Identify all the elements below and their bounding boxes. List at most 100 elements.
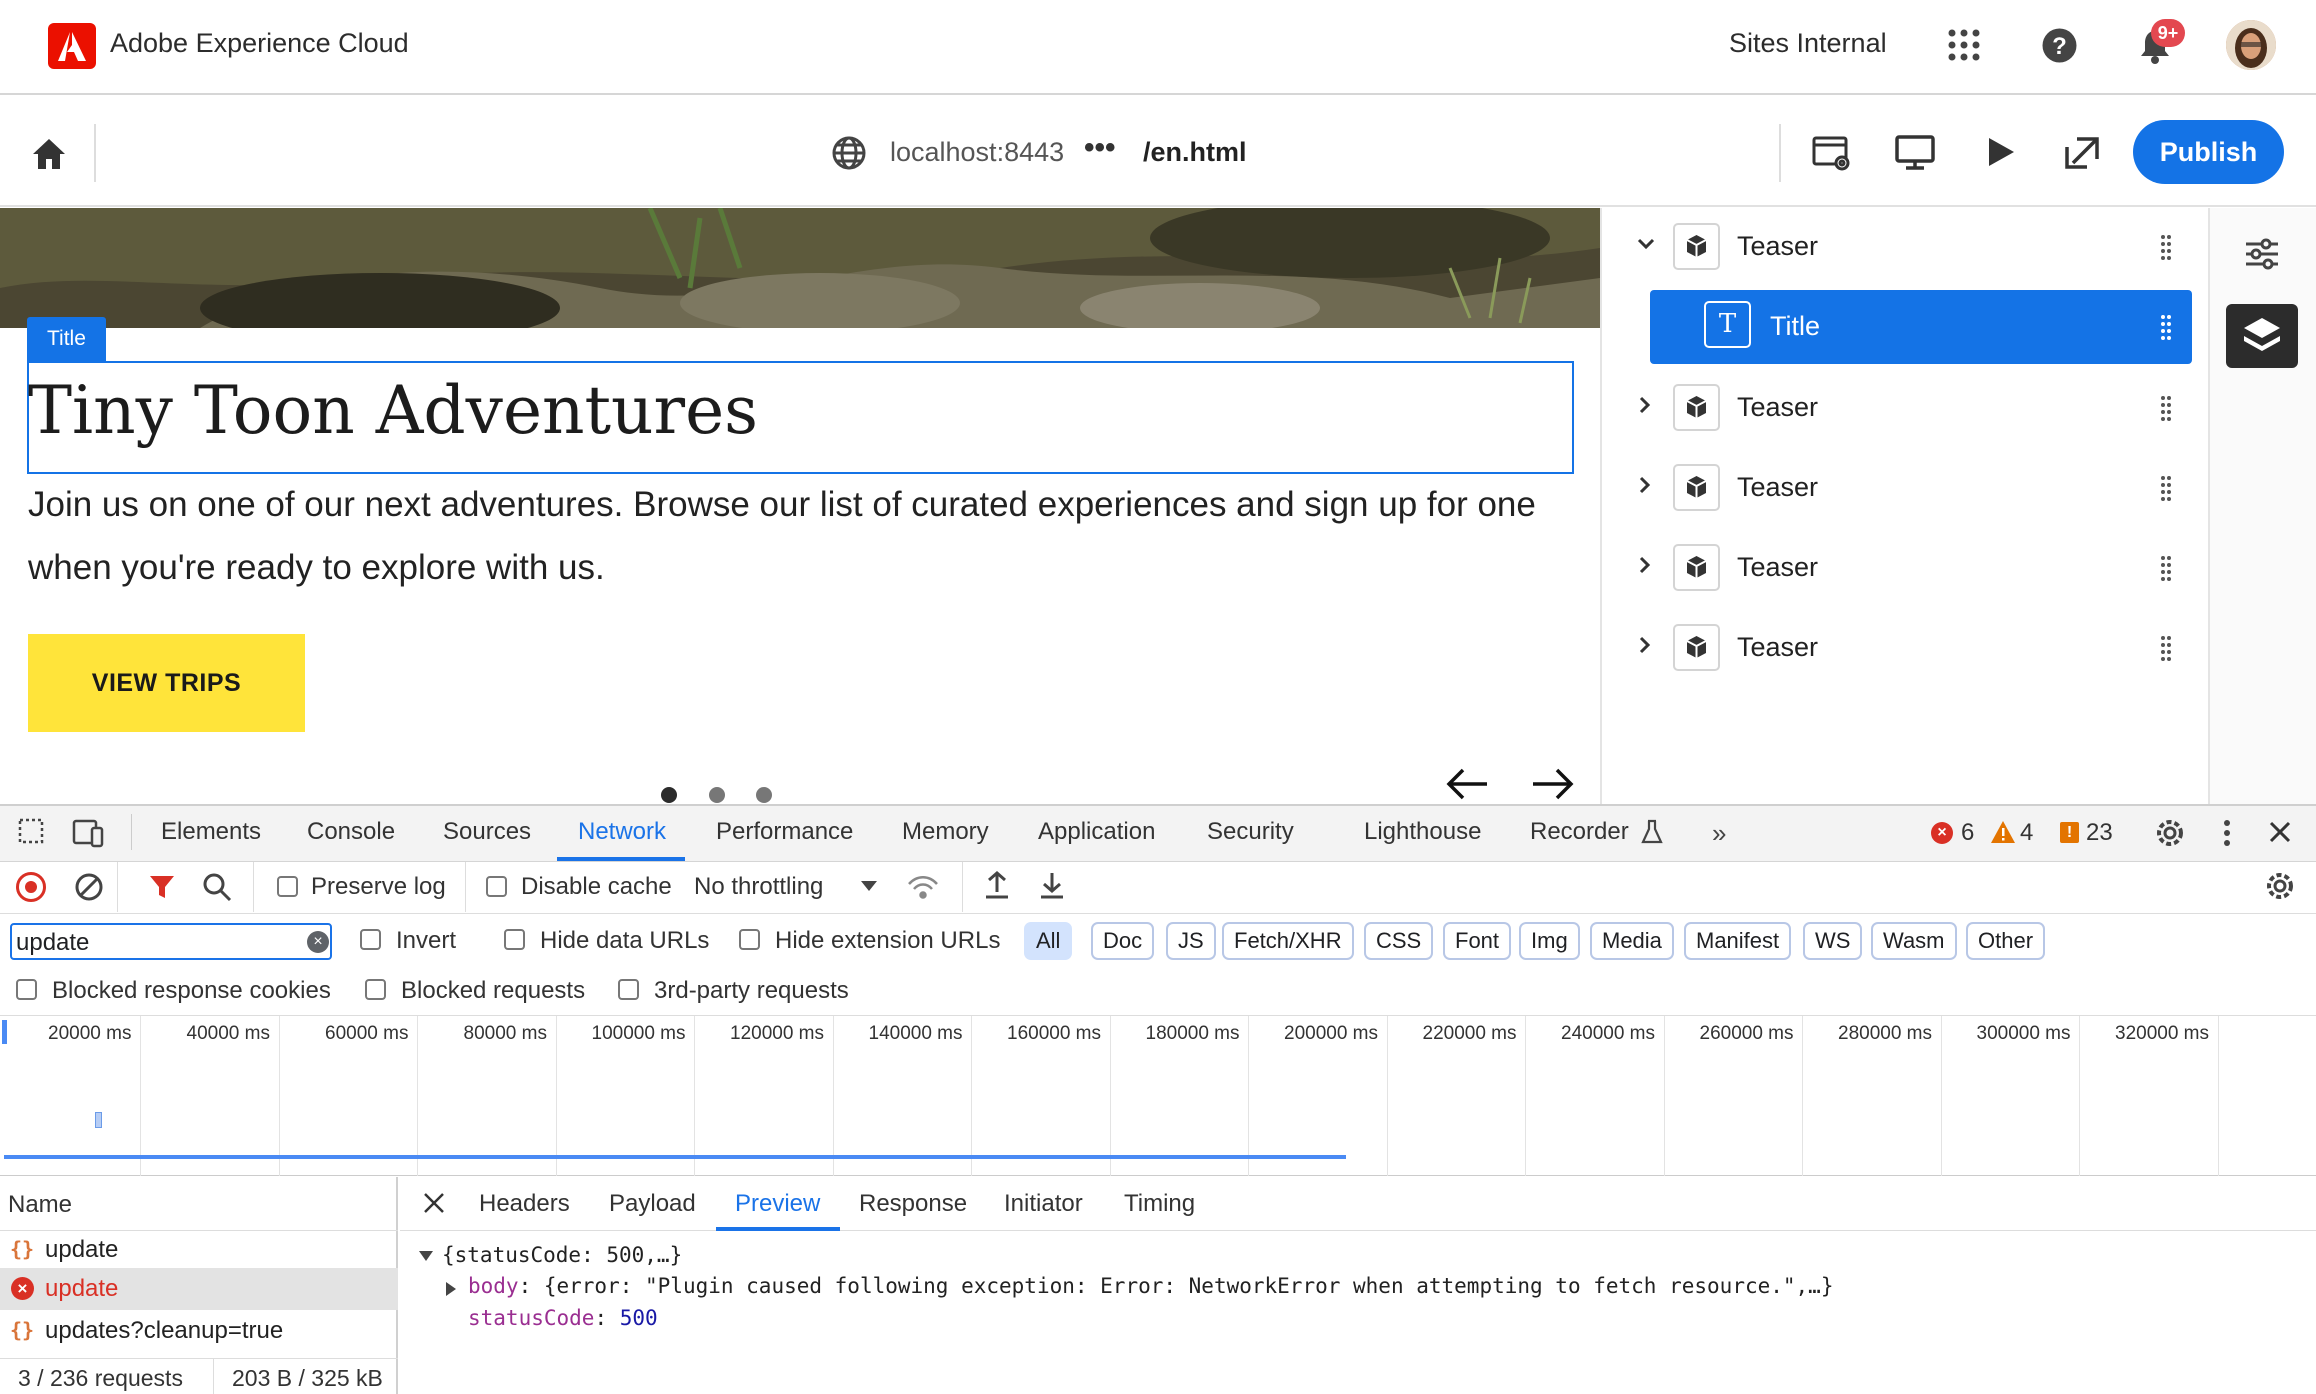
network-settings-gear-icon[interactable]: [2264, 870, 2296, 902]
publish-button[interactable]: Publish: [2133, 120, 2284, 184]
timeline-selection-bar[interactable]: [4, 1155, 1346, 1159]
record-stop-icon[interactable]: [16, 872, 46, 902]
tab-sources[interactable]: Sources: [443, 818, 531, 846]
preview-body-line[interactable]: body: {error: "Plugin caused following e…: [468, 1274, 1833, 1298]
preserve-log-checkbox[interactable]: [277, 876, 298, 897]
type-filter-media[interactable]: Media: [1590, 922, 1674, 960]
close-devtools-icon[interactable]: [2268, 820, 2292, 844]
page-description[interactable]: Join us on one of our next adventures. B…: [28, 473, 1588, 599]
tree-item-teaser[interactable]: Teaser: [1639, 451, 2192, 525]
request-row[interactable]: {} update: [0, 1231, 398, 1273]
chevron-right-icon[interactable]: [1638, 555, 1652, 575]
tab-elements[interactable]: Elements: [161, 818, 261, 846]
settings-gear-icon[interactable]: [2154, 817, 2186, 849]
help-icon[interactable]: ?: [2042, 28, 2077, 63]
tree-item-teaser[interactable]: Teaser: [1639, 531, 2192, 605]
throttling-select[interactable]: No throttling: [694, 873, 823, 901]
clear-filter-icon[interactable]: ×: [307, 931, 329, 953]
url-more-button[interactable]: •••: [1084, 131, 1116, 165]
type-filter-css[interactable]: CSS: [1364, 922, 1434, 960]
detail-tab-headers[interactable]: Headers: [479, 1190, 570, 1218]
expand-right-triangle-icon[interactable]: [445, 1281, 457, 1297]
open-external-icon[interactable]: [2063, 135, 2101, 171]
close-detail-icon[interactable]: [423, 1192, 445, 1214]
carousel-dot[interactable]: [709, 787, 725, 803]
tab-security[interactable]: Security: [1207, 818, 1294, 846]
type-filter-img[interactable]: Img: [1519, 922, 1580, 960]
more-tabs-icon[interactable]: »: [1712, 818, 1726, 849]
filter-input[interactable]: update ×: [10, 923, 332, 960]
page-properties-icon[interactable]: [1812, 134, 1852, 172]
device-toolbar-icon[interactable]: [72, 818, 104, 848]
error-count[interactable]: 6: [1961, 819, 1974, 847]
type-filter-ws[interactable]: WS: [1803, 922, 1863, 960]
type-filter-fetch-xhr[interactable]: Fetch/XHR: [1222, 922, 1354, 960]
tab-memory[interactable]: Memory: [902, 818, 989, 846]
filter-funnel-icon[interactable]: [148, 873, 176, 901]
view-trips-button[interactable]: VIEW TRIPS: [28, 634, 305, 732]
search-icon[interactable]: [202, 872, 232, 902]
carousel-dot[interactable]: [661, 787, 677, 803]
detail-tab-preview[interactable]: Preview: [735, 1190, 820, 1218]
tree-item-teaser[interactable]: Teaser: [1639, 611, 2192, 685]
preview-root-object[interactable]: {statusCode: 500,…}: [442, 1243, 682, 1267]
chevron-down-icon[interactable]: [1636, 237, 1656, 251]
hide-extension-urls-checkbox[interactable]: [739, 929, 760, 950]
chevron-right-icon[interactable]: [1638, 635, 1652, 655]
tab-recorder[interactable]: Recorder: [1530, 818, 1629, 846]
tree-item-teaser[interactable]: Teaser: [1637, 210, 2192, 284]
blocked-response-cookies-checkbox[interactable]: [16, 979, 37, 1000]
drag-handle-icon[interactable]: [2160, 635, 2172, 661]
disable-cache-checkbox[interactable]: [486, 876, 507, 897]
expand-down-triangle-icon[interactable]: [418, 1250, 434, 1262]
detail-tab-payload[interactable]: Payload: [609, 1190, 696, 1218]
tree-item-title-selected[interactable]: T Title: [1650, 290, 2192, 364]
detail-tab-timing[interactable]: Timing: [1124, 1190, 1195, 1218]
warning-count[interactable]: 4: [2020, 819, 2033, 847]
play-preview-icon[interactable]: [1986, 136, 2016, 168]
type-filter-all[interactable]: All: [1024, 922, 1073, 960]
name-column-header[interactable]: Name: [8, 1191, 72, 1219]
org-switcher[interactable]: Sites Internal: [1729, 28, 1887, 59]
request-row-selected[interactable]: × update: [0, 1268, 398, 1310]
adobe-logo[interactable]: [48, 23, 96, 69]
tab-console[interactable]: Console: [307, 818, 395, 846]
tab-network[interactable]: Network: [578, 818, 666, 846]
type-filter-doc[interactable]: Doc: [1091, 922, 1155, 960]
drag-handle-icon[interactable]: [2160, 555, 2172, 581]
invert-checkbox[interactable]: [360, 929, 381, 950]
export-har-icon[interactable]: [1038, 870, 1066, 900]
drag-handle-icon[interactable]: [2160, 475, 2172, 501]
type-filter-wasm[interactable]: Wasm: [1871, 922, 1957, 960]
tab-performance[interactable]: Performance: [716, 818, 853, 846]
avatar[interactable]: [2226, 20, 2276, 70]
arrow-left-icon[interactable]: [1445, 766, 1489, 802]
home-icon[interactable]: [30, 136, 68, 172]
desktop-preview-icon[interactable]: [1895, 135, 1935, 171]
type-filter-font[interactable]: Font: [1443, 922, 1512, 960]
carousel-dot[interactable]: [756, 787, 772, 803]
dropdown-caret-icon[interactable]: [860, 880, 878, 892]
kebab-menu-icon[interactable]: [2222, 818, 2232, 848]
detail-tab-initiator[interactable]: Initiator: [1004, 1190, 1083, 1218]
type-filter-manifest[interactable]: Manifest: [1684, 922, 1792, 960]
arrow-right-icon[interactable]: [1531, 766, 1575, 802]
properties-sliders-icon[interactable]: [2244, 236, 2280, 272]
drag-handle-icon[interactable]: [2160, 395, 2172, 421]
clear-icon[interactable]: [74, 872, 104, 902]
drag-handle-icon[interactable]: [2160, 314, 2172, 340]
hide-data-urls-checkbox[interactable]: [504, 929, 525, 950]
request-row[interactable]: {} updates?cleanup=true: [0, 1310, 398, 1352]
third-party-requests-checkbox[interactable]: [618, 979, 639, 1000]
inspect-element-icon[interactable]: [18, 818, 48, 848]
type-filter-other[interactable]: Other: [1966, 922, 2046, 960]
detail-tab-response[interactable]: Response: [859, 1190, 967, 1218]
chevron-right-icon[interactable]: [1638, 395, 1652, 415]
issues-count[interactable]: 23: [2086, 819, 2113, 847]
drag-handle-icon[interactable]: [2160, 234, 2172, 260]
tab-lighthouse[interactable]: Lighthouse: [1364, 818, 1481, 846]
tab-application[interactable]: Application: [1038, 818, 1155, 846]
page-heading[interactable]: Tiny Toon Adventures: [28, 372, 758, 449]
type-filter-js[interactable]: JS: [1166, 922, 1216, 960]
network-conditions-icon[interactable]: [906, 872, 940, 902]
